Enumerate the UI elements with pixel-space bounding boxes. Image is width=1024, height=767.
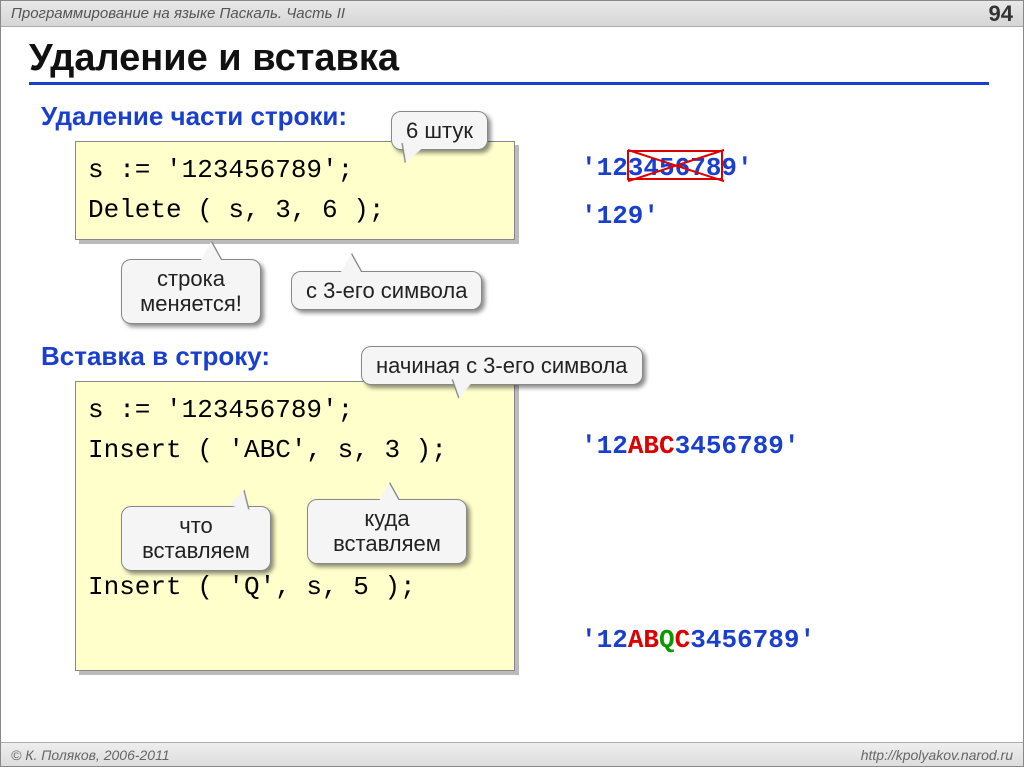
slide-title: Удаление и вставка [29, 37, 989, 85]
section2-heading: Вставка в строку: [41, 341, 270, 372]
output-delete-after: '129' [581, 201, 659, 231]
code-insert-top: s := '123456789'; Insert ( 'ABC', s, 3 )… [88, 395, 447, 465]
callout-count: 6 штук [391, 111, 488, 150]
callout-changes: строка меняется! [121, 259, 261, 324]
breadcrumb-bar: Программирование на языке Паскаль. Часть… [1, 1, 1023, 27]
output-insert1: '12ABC3456789' [581, 431, 799, 461]
callout-what: что вставляем [121, 506, 271, 571]
footer-url: http://kpolyakov.narod.ru [861, 747, 1013, 763]
codebox-delete: s := '123456789'; Delete ( s, 3, 6 ); [75, 141, 515, 240]
code-delete-text: s := '123456789'; Delete ( s, 3, 6 ); [88, 155, 384, 225]
output-insert2: '12ABQC3456789' [581, 625, 815, 655]
footer: © К. Поляков, 2006-2011 http://kpolyakov… [1, 742, 1023, 766]
strike-box [627, 150, 723, 180]
breadcrumb: Программирование на языке Паскаль. Часть… [11, 5, 345, 22]
callout-start: начиная с 3-его символа [361, 346, 643, 385]
callout-where: куда вставляем [307, 499, 467, 564]
footer-copyright: © К. Поляков, 2006-2011 [11, 747, 170, 763]
page-number: 94 [989, 1, 1013, 27]
section1-heading: Удаление части строки: [41, 101, 347, 132]
code-insert-bottom: Insert ( 'Q', s, 5 ); [88, 572, 416, 602]
callout-from: с 3-его символа [291, 271, 482, 310]
